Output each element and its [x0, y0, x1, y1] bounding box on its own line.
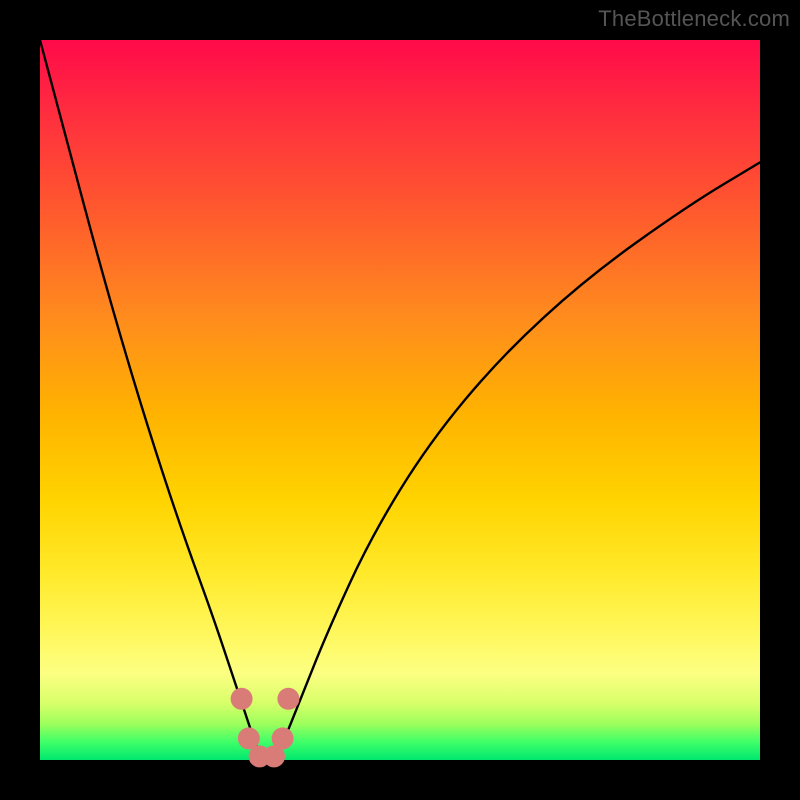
outer-frame: TheBottleneck.com — [0, 0, 800, 800]
marker-valley-right-top — [277, 688, 299, 710]
watermark-text: TheBottleneck.com — [598, 6, 790, 32]
curve-layer — [40, 40, 760, 760]
plot-area — [40, 40, 760, 760]
marker-valley-left-top — [231, 688, 253, 710]
marker-valley-right-bottom — [272, 727, 294, 749]
bottleneck-curve — [40, 40, 760, 760]
